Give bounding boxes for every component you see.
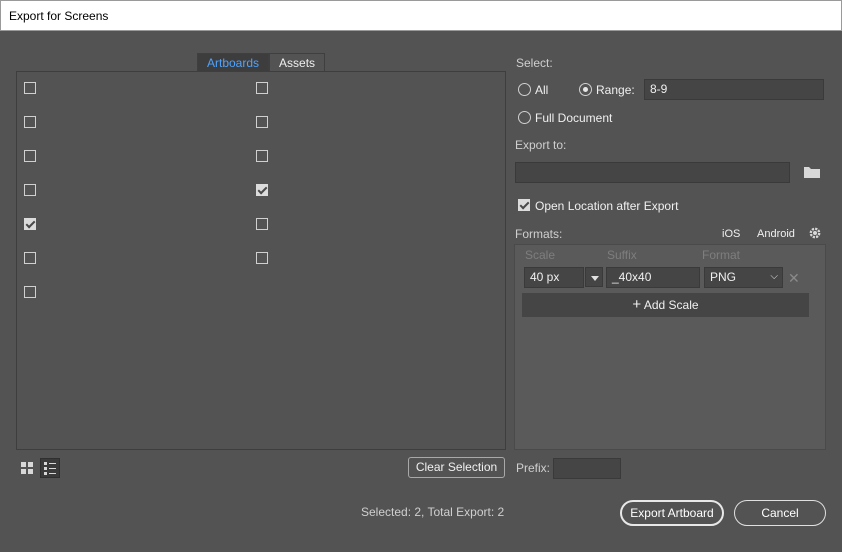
chevron-down-icon: ⌵ [770,271,778,282]
window-title: Export for Screens [9,9,109,23]
radio-all[interactable] [518,83,531,96]
list-view-button[interactable] [40,458,60,478]
open-location-checkbox[interactable] [518,199,530,211]
export-path-input[interactable] [515,162,790,183]
radio-full-document-label: Full Document [535,111,613,125]
open-location-label: Open Location after Export [535,199,679,213]
clear-selection-button[interactable]: Clear Selection [408,457,505,478]
prefix-input[interactable] [553,458,621,479]
artboard-checkbox[interactable] [256,218,268,230]
artboard-checkbox[interactable] [256,184,268,196]
artboard-checkbox[interactable] [24,82,36,94]
grid-view-icon [21,462,33,474]
gear-icon [809,227,821,239]
add-scale-button[interactable]: + Add Scale [522,293,809,317]
plus-icon: + [632,296,642,313]
tab-bar: Artboards Assets [197,53,326,72]
cancel-button[interactable]: Cancel [734,500,826,526]
scale-input[interactable]: 40 px [524,267,584,288]
title-bar: Export for Screens [0,0,842,31]
android-preset-button[interactable]: Android [757,228,795,240]
format-header: Format [702,248,741,262]
radio-all-label: All [535,83,549,97]
ios-preset-button[interactable]: iOS [722,228,740,240]
remove-scale-button[interactable]: ✕ [788,270,800,286]
format-select-value: PNG [710,270,737,284]
remove-icon: ✕ [788,270,800,286]
artboard-list [16,71,506,450]
artboard-checkbox[interactable] [256,150,268,162]
tab-assets[interactable]: Assets [269,53,326,72]
format-select[interactable]: PNG ⌵ [704,267,783,288]
export-artboard-button[interactable]: Export Artboard [620,500,724,526]
radio-range-label: Range: [596,83,635,97]
artboard-checkbox[interactable] [256,82,268,94]
suffix-header: Suffix [607,248,637,262]
prefix-label: Prefix: [516,461,551,475]
scale-dropdown-button[interactable] [585,267,603,287]
select-label: Select: [516,56,553,70]
tab-artboards[interactable]: Artboards [197,53,270,72]
scale-header: Scale [525,248,556,262]
folder-button[interactable] [803,165,823,181]
formats-label: Formats: [515,227,563,241]
radio-range[interactable] [579,83,592,96]
range-input[interactable]: 8-9 [644,79,824,100]
suffix-input[interactable]: _40x40 [606,267,700,288]
grid-view-button[interactable] [17,458,37,478]
radio-full-document[interactable] [518,111,531,124]
artboard-checkbox[interactable] [24,116,36,128]
artboard-checkbox[interactable] [256,116,268,128]
artboard-checkbox[interactable] [24,286,36,298]
artboard-checkbox[interactable] [24,150,36,162]
artboard-checkbox[interactable] [24,184,36,196]
artboard-checkbox[interactable] [256,252,268,264]
artboard-checkbox[interactable] [24,218,36,230]
add-scale-label: Add Scale [643,298,699,312]
export-status: Selected: 2, Total Export: 2 [361,505,505,519]
artboard-checkbox[interactable] [24,252,36,264]
list-view-icon [44,462,56,475]
folder-icon [804,167,820,178]
export-to-label: Export to: [515,138,567,152]
format-settings-button[interactable] [808,226,822,240]
